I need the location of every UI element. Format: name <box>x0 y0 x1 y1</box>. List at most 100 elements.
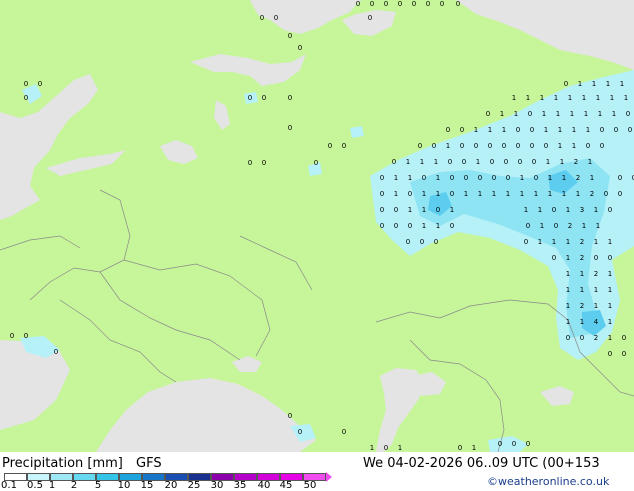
precip-value-label: 0 <box>384 0 388 8</box>
legend-label: 45 <box>279 480 293 491</box>
precip-value-label: 0 <box>24 94 28 102</box>
precip-value-label: 0 <box>526 440 530 448</box>
precipitation-map: 0000000000000000000000101010000000000000… <box>0 0 634 491</box>
precip-value-label: 0 <box>436 206 440 214</box>
legend-label: 25 <box>187 480 201 491</box>
precip-value-label: 0 <box>384 444 388 452</box>
precip-value-label: 0 <box>288 124 292 132</box>
precip-value-label: 1 <box>436 190 440 198</box>
precip-value-label: 0 <box>506 174 510 182</box>
precip-value-label: 1 <box>576 190 580 198</box>
precip-value-label: 1 <box>580 270 584 278</box>
precip-value-label: 0 <box>10 332 14 340</box>
precip-value-label: 0 <box>368 14 372 22</box>
precip-value-label: 1 <box>562 190 566 198</box>
precip-value-label: 1 <box>596 222 600 230</box>
precip-value-label: 0 <box>380 222 384 230</box>
precip-value-label: 0 <box>460 126 464 134</box>
precip-value-label: 0 <box>446 126 450 134</box>
precip-value-label: 0 <box>526 222 530 230</box>
precip-value-label: 1 <box>420 158 424 166</box>
precip-value-label: 0 <box>626 110 630 118</box>
precip-value-label: 0 <box>552 206 556 214</box>
precip-value-label: 1 <box>512 94 516 102</box>
precip-value-label: 0 <box>342 142 346 150</box>
credit-link[interactable]: ©weatheronline.co.uk <box>487 475 609 488</box>
precip-value-label: 1 <box>434 158 438 166</box>
precip-value-label: 0 <box>488 142 492 150</box>
precip-value-label: 1 <box>422 190 426 198</box>
precip-value-label: 1 <box>566 206 570 214</box>
precip-value-label: 0 <box>432 142 436 150</box>
precip-value-label: 0 <box>516 126 520 134</box>
precip-value-label: 1 <box>566 286 570 294</box>
precip-value-label: 1 <box>542 110 546 118</box>
precip-value-label: 1 <box>608 270 612 278</box>
precip-value-label: 0 <box>608 350 612 358</box>
precip-value-label: 0 <box>580 334 584 342</box>
precip-value-label: 0 <box>564 80 568 88</box>
legend-label: 30 <box>210 480 224 491</box>
precip-value-label: 0 <box>380 174 384 182</box>
precip-value-label: 0 <box>600 126 604 134</box>
precip-value-label: 0 <box>298 44 302 52</box>
precip-value-label: 2 <box>590 190 594 198</box>
precip-value-label: 0 <box>474 142 478 150</box>
precip-value-label: 0 <box>380 190 384 198</box>
precip-value-label: 1 <box>446 142 450 150</box>
legend-label: 10 <box>117 480 131 491</box>
precip-value-label: 0 <box>420 238 424 246</box>
precip-value-label: 0 <box>614 126 618 134</box>
precip-value-label: 1 <box>612 110 616 118</box>
precip-value-label: 1 <box>580 318 584 326</box>
precip-value-label: 0 <box>342 428 346 436</box>
precip-value-label: 0 <box>618 174 622 182</box>
precip-value-label: 1 <box>538 238 542 246</box>
precip-value-label: 1 <box>524 206 528 214</box>
precip-value-label: 1 <box>566 238 570 246</box>
precip-value-label: 0 <box>38 80 42 88</box>
precip-value-label: 1 <box>584 110 588 118</box>
precip-value-label: 1 <box>488 126 492 134</box>
precip-value-label: 1 <box>624 94 628 102</box>
precip-value-label: 0 <box>490 158 494 166</box>
precip-value-label: 1 <box>534 190 538 198</box>
precip-value-label: 1 <box>556 110 560 118</box>
precip-value-label: 0 <box>408 222 412 230</box>
precip-value-label: 0 <box>448 158 452 166</box>
precip-value-label: 0 <box>618 190 622 198</box>
precip-value-label: 0 <box>274 14 278 22</box>
precip-value-label: 2 <box>574 158 578 166</box>
precip-value-label: 1 <box>608 334 612 342</box>
precip-value-label: 1 <box>560 158 564 166</box>
precip-value-label: 1 <box>408 206 412 214</box>
precip-value-label: 1 <box>370 444 374 452</box>
precip-value-label: 1 <box>562 174 566 182</box>
precip-value-label: 0 <box>260 14 264 22</box>
precip-value-label: 0 <box>406 238 410 246</box>
precip-value-label: 1 <box>506 190 510 198</box>
precip-value-label: 1 <box>544 126 548 134</box>
precip-value-label: 1 <box>476 158 480 166</box>
precip-value-label: 0 <box>492 174 496 182</box>
precip-value-label: 0 <box>530 126 534 134</box>
precip-value-label: 1 <box>588 158 592 166</box>
precip-value-label: 0 <box>504 158 508 166</box>
precip-value-label: 0 <box>314 159 318 167</box>
precip-value-label: 1 <box>478 190 482 198</box>
legend-label: 20 <box>164 480 178 491</box>
precip-value-label: 0 <box>248 159 252 167</box>
precip-value-label: 1 <box>608 318 612 326</box>
precip-value-label: 0 <box>24 80 28 88</box>
precip-value-label: 0 <box>450 222 454 230</box>
precip-value-label: 0 <box>554 222 558 230</box>
precip-value-label: 1 <box>566 270 570 278</box>
legend-arrow <box>326 472 332 482</box>
precip-value-label: 2 <box>568 222 572 230</box>
precip-value-label: 1 <box>596 94 600 102</box>
precip-value-label: 1 <box>610 94 614 102</box>
precip-value-label: 0 <box>262 159 266 167</box>
precip-value-label: 1 <box>608 238 612 246</box>
precip-value-label: 0 <box>422 174 426 182</box>
precip-value-label: 0 <box>298 428 302 436</box>
